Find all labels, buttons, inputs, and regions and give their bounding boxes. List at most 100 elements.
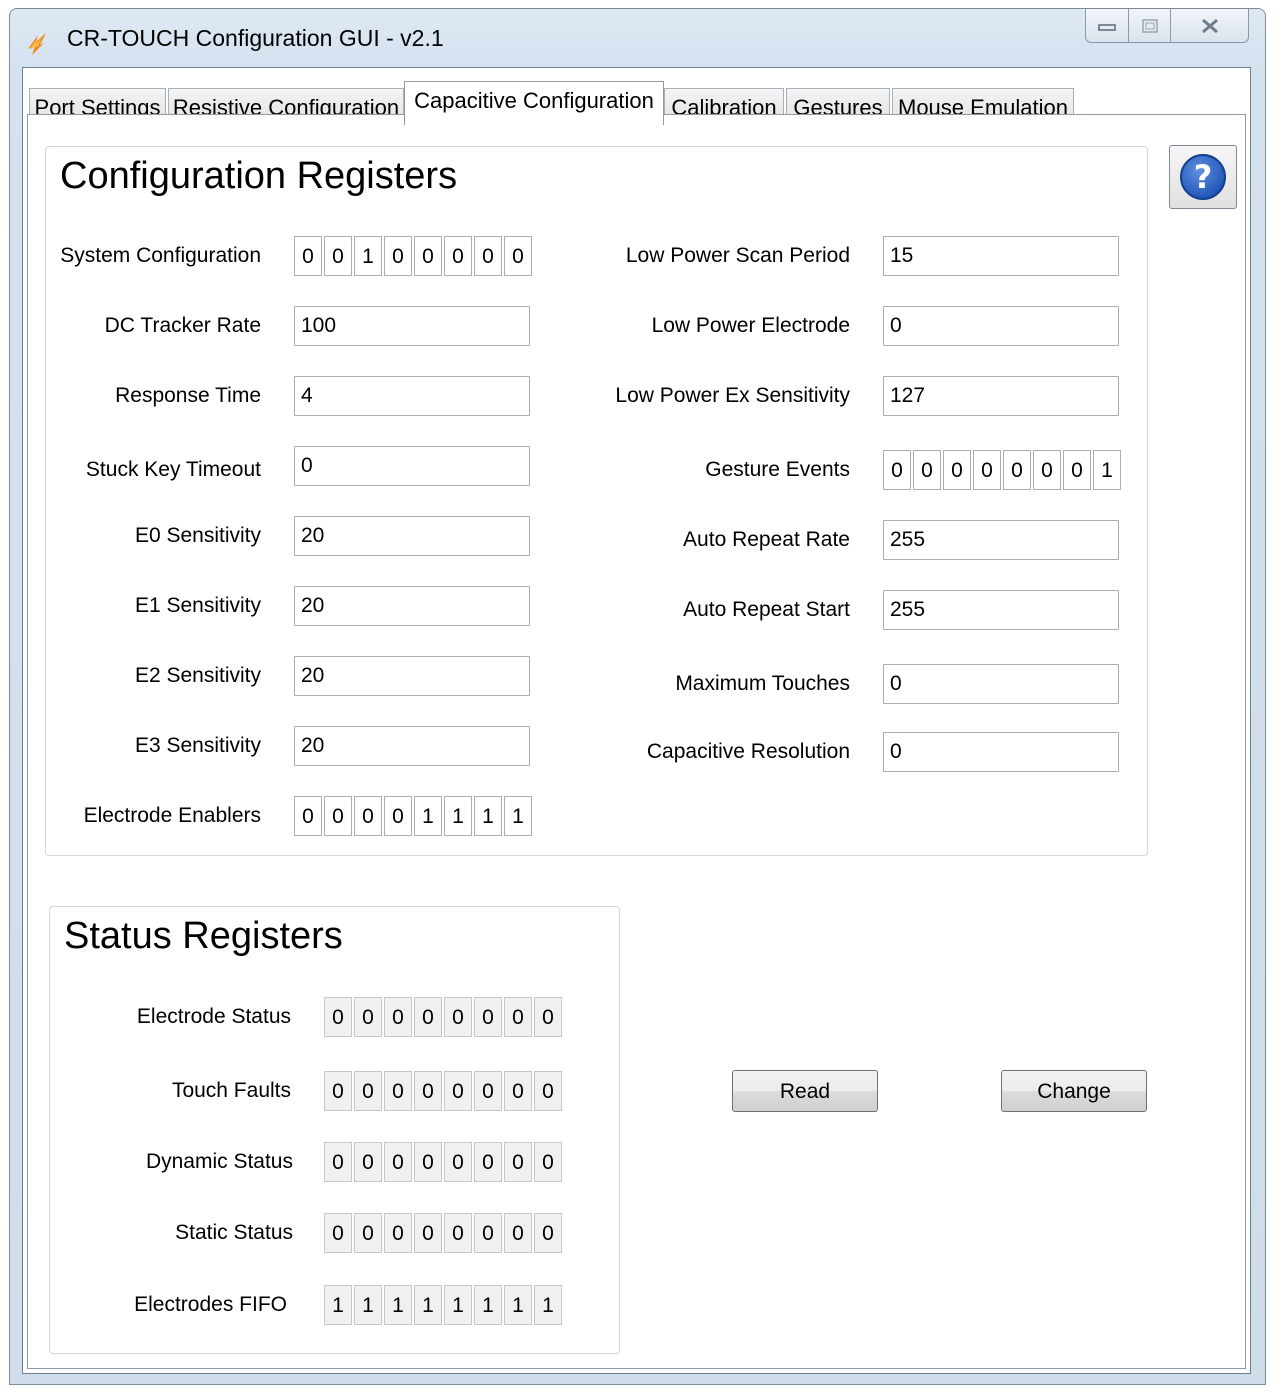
- dynamic-status-bits: 0 0 0 0 0 0 0 0: [324, 1142, 564, 1182]
- stuck-key-timeout-label: Stuck Key Timeout: [85, 458, 261, 481]
- status-bit: 1: [474, 1285, 502, 1325]
- e2-sensitivity-input[interactable]: 20: [294, 656, 530, 696]
- status-bit: 1: [324, 1285, 352, 1325]
- status-bit: 0: [324, 1213, 352, 1253]
- status-bit: 0: [444, 1142, 472, 1182]
- status-bit: 0: [354, 1142, 382, 1182]
- status-bit: 0: [324, 1071, 352, 1111]
- bit-field[interactable]: 0: [913, 450, 941, 490]
- bit-field[interactable]: 0: [384, 236, 412, 276]
- response-time-input[interactable]: 4: [294, 376, 530, 416]
- electrodes-fifo-bits: 1 1 1 1 1 1 1 1: [324, 1285, 564, 1325]
- bit-field[interactable]: 1: [354, 236, 382, 276]
- maximum-touches-label: Maximum Touches: [675, 672, 850, 695]
- change-button[interactable]: Change: [1001, 1070, 1147, 1112]
- bit-field[interactable]: 0: [474, 236, 502, 276]
- status-bit: 0: [504, 1142, 532, 1182]
- electrode-status-bits: 0 0 0 0 0 0 0 0: [324, 997, 564, 1037]
- status-bit: 0: [504, 997, 532, 1037]
- status-bit: 1: [504, 1285, 532, 1325]
- minimize-button[interactable]: [1085, 9, 1129, 43]
- bit-field[interactable]: 0: [354, 796, 382, 836]
- bit-field[interactable]: 0: [504, 236, 532, 276]
- bit-field[interactable]: 1: [474, 796, 502, 836]
- electrode-enablers-bits: 0 0 0 0 1 1 1 1: [294, 796, 534, 836]
- status-bit: 0: [444, 1213, 472, 1253]
- bit-field[interactable]: 0: [973, 450, 1001, 490]
- maximize-button[interactable]: [1129, 9, 1171, 43]
- tab-capacitive-configuration[interactable]: Capacitive Configuration: [404, 81, 664, 125]
- touch-faults-label: Touch Faults: [171, 1079, 291, 1102]
- app-window: CR-TOUCH Configuration GUI - v2.1 Port S…: [9, 8, 1266, 1385]
- auto-repeat-start-input[interactable]: 255: [883, 590, 1119, 630]
- bit-field[interactable]: 0: [883, 450, 911, 490]
- status-bit: 1: [534, 1285, 562, 1325]
- status-bit: 0: [504, 1213, 532, 1253]
- bit-field[interactable]: 0: [943, 450, 971, 490]
- low-power-electrode-input[interactable]: 0: [883, 306, 1119, 346]
- bit-field[interactable]: 0: [444, 236, 472, 276]
- bit-field[interactable]: 0: [294, 796, 322, 836]
- tab-strip: Port Settings Resistive Configuration Ca…: [29, 78, 1229, 125]
- status-bit: 0: [414, 1142, 442, 1182]
- svg-text:?: ?: [1194, 158, 1213, 196]
- status-bit: 1: [414, 1285, 442, 1325]
- status-bit: 0: [444, 1071, 472, 1111]
- configuration-registers-title: Configuration Registers: [60, 155, 458, 197]
- help-question-icon: ?: [1180, 154, 1226, 200]
- window-title: CR-TOUCH Configuration GUI - v2.1: [67, 25, 444, 51]
- maximum-touches-input[interactable]: 0: [883, 664, 1119, 704]
- bit-field[interactable]: 0: [414, 236, 442, 276]
- client-area: Port Settings Resistive Configuration Ca…: [22, 67, 1251, 1374]
- status-bit: 0: [534, 1142, 562, 1182]
- bit-field[interactable]: 1: [1093, 450, 1121, 490]
- bit-field[interactable]: 0: [1003, 450, 1031, 490]
- low-power-scan-period-input[interactable]: 15: [883, 236, 1119, 276]
- bit-field[interactable]: 0: [294, 236, 322, 276]
- bit-field[interactable]: 0: [324, 796, 352, 836]
- capacitive-resolution-label: Capacitive Resolution: [646, 740, 850, 763]
- status-bit: 0: [414, 1071, 442, 1111]
- static-status-bits: 0 0 0 0 0 0 0 0: [324, 1213, 564, 1253]
- help-button[interactable]: ?: [1169, 145, 1237, 209]
- capacitive-resolution-input[interactable]: 0: [883, 732, 1119, 772]
- low-power-ex-sensitivity-input[interactable]: 127: [883, 376, 1119, 416]
- dc-tracker-rate-input[interactable]: 100: [294, 306, 530, 346]
- close-button[interactable]: [1171, 9, 1249, 43]
- close-icon: [1201, 18, 1218, 33]
- electrodes-fifo-label: Electrodes FIFO: [134, 1293, 287, 1316]
- status-bit: 0: [354, 1071, 382, 1111]
- bit-field[interactable]: 0: [384, 796, 412, 836]
- e3-sensitivity-input[interactable]: 20: [294, 726, 530, 766]
- response-time-label: Response Time: [115, 384, 261, 407]
- status-bit: 0: [384, 1213, 412, 1253]
- title-bar[interactable]: CR-TOUCH Configuration GUI - v2.1: [10, 9, 1265, 65]
- status-bit: 0: [354, 997, 382, 1037]
- stuck-key-timeout-input[interactable]: 0: [294, 446, 530, 486]
- read-button[interactable]: Read: [732, 1070, 878, 1112]
- bit-field[interactable]: 0: [324, 236, 352, 276]
- bit-field[interactable]: 1: [444, 796, 472, 836]
- bit-field[interactable]: 0: [1063, 450, 1091, 490]
- status-bit: 0: [324, 997, 352, 1037]
- status-bit: 0: [414, 997, 442, 1037]
- low-power-electrode-label: Low Power Electrode: [651, 314, 850, 337]
- low-power-ex-sensitivity-label: Low Power Ex Sensitivity: [615, 384, 850, 407]
- auto-repeat-rate-input[interactable]: 255: [883, 520, 1119, 560]
- status-bit: 0: [384, 997, 412, 1037]
- minimize-icon: [1098, 23, 1116, 31]
- bit-field[interactable]: 0: [1033, 450, 1061, 490]
- status-bit: 0: [534, 1213, 562, 1253]
- system-configuration-label: System Configuration: [60, 244, 261, 267]
- e0-sensitivity-label: E0 Sensitivity: [134, 524, 261, 547]
- auto-repeat-rate-label: Auto Repeat Rate: [683, 528, 850, 551]
- bit-field[interactable]: 1: [504, 796, 532, 836]
- e1-sensitivity-input[interactable]: 20: [294, 586, 530, 626]
- dynamic-status-label: Dynamic Status: [145, 1150, 293, 1173]
- bit-field[interactable]: 1: [414, 796, 442, 836]
- status-bit: 0: [414, 1213, 442, 1253]
- status-bit: 1: [384, 1285, 412, 1325]
- status-bit: 0: [504, 1071, 532, 1111]
- e0-sensitivity-input[interactable]: 20: [294, 516, 530, 556]
- e3-sensitivity-label: E3 Sensitivity: [134, 734, 261, 757]
